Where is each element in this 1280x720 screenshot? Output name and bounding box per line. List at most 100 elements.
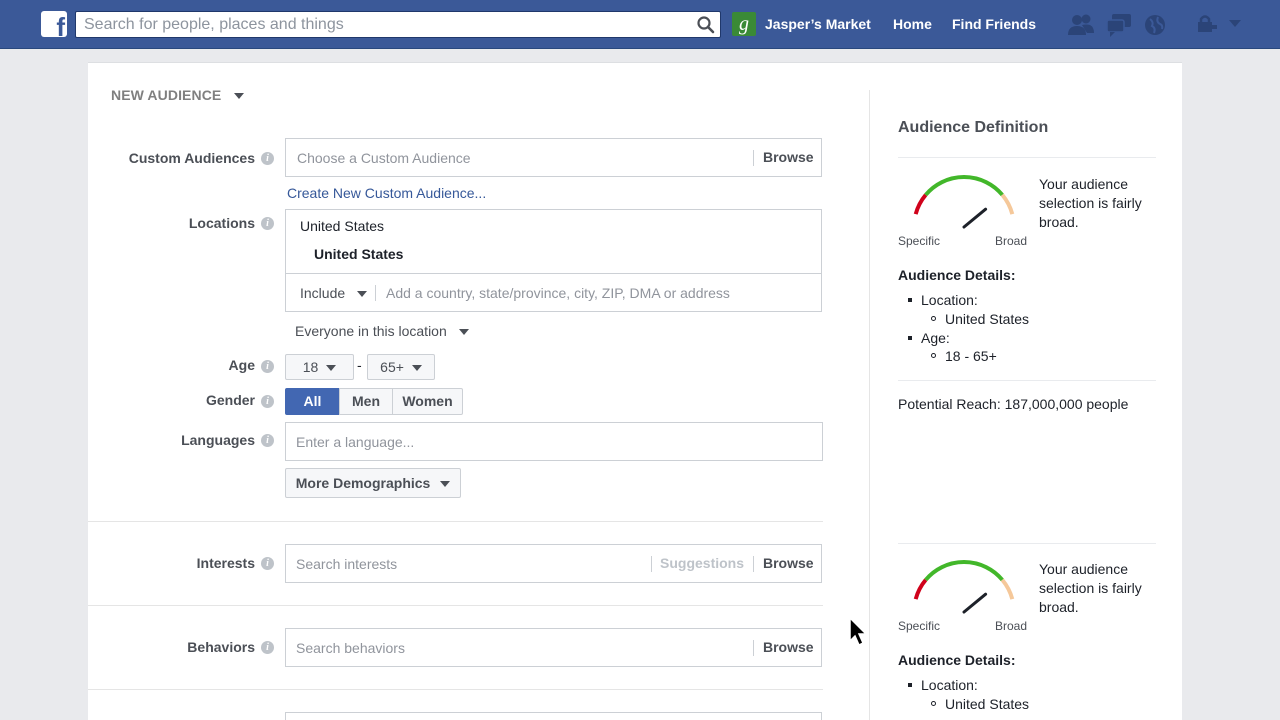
section-divider [88,605,823,606]
behaviors-search-field[interactable]: Search behaviors Browse [285,628,822,667]
behaviors-browse-button[interactable]: Browse [763,639,814,655]
audience-details-heading: Audience Details: [898,652,1016,668]
interests-info-icon[interactable]: i [261,557,274,570]
interests-suggestions-button[interactable]: Suggestions [660,555,744,571]
divider [753,556,754,572]
search-input[interactable] [76,12,676,37]
gauge-specific-label: Specific [898,234,941,248]
chevron-down-icon [458,329,469,336]
divider [753,150,754,166]
audience-breadth-text: Your audience selection is fairly broad. [1039,176,1142,230]
age-detail-label: Age: [921,330,950,346]
age-range-dash: - [357,357,362,373]
messages-icon[interactable] [1106,13,1132,37]
location-group-label: United States [300,218,385,234]
location-detail-value: United States [945,311,1030,327]
audience-size-gauge-icon [913,560,1015,614]
gauge-broad-label: Broad [995,619,1028,633]
age-min-select[interactable]: 18 [285,354,354,380]
divider [375,285,376,301]
chevron-down-icon [326,365,337,372]
more-demographics-button[interactable]: More Demographics [285,468,461,498]
language-placeholder: Enter a language... [296,434,415,450]
potential-reach-text: Potential Reach: 187,000,000 people [898,396,1129,412]
selected-locations-box: United States United States [285,209,822,274]
gender-label: Gender [205,392,255,408]
sub-bullet [931,701,936,706]
age-max-value: 65+ [380,359,404,375]
include-dropdown[interactable]: Include [300,285,368,301]
audience-definition-title: Audience Definition [898,119,1049,136]
mouse-cursor-icon [849,617,868,647]
interests-search-field[interactable]: Search interests Suggestions Browse [285,544,822,583]
audience-details-heading: Audience Details: [898,267,1016,283]
create-custom-audience-link[interactable]: Create New Custom Audience... [287,185,486,201]
custom-audience-placeholder: Choose a Custom Audience [297,150,471,166]
new-audience-dropdown[interactable]: NEW AUDIENCE [111,87,245,103]
home-link[interactable]: Home [893,16,932,32]
audience-size-gauge-icon [913,175,1015,229]
custom-audiences-info-icon[interactable]: i [261,152,274,165]
bullet [908,336,912,340]
page-avatar-icon[interactable]: g [732,12,756,36]
custom-audiences-label: Custom Audiences [128,150,255,166]
friend-requests-icon[interactable] [1068,13,1094,37]
page-name-link[interactable]: Jasper’s Market [765,16,871,32]
section-divider [88,689,823,690]
notifications-globe-icon[interactable] [1144,13,1166,37]
custom-audience-browse-button[interactable]: Browse [763,149,814,165]
age-max-select[interactable]: 65+ [367,354,435,380]
location-detail-value: United States [945,696,1030,712]
gender-all-button[interactable]: All [285,388,340,415]
custom-audience-field[interactable]: Choose a Custom Audience Browse [285,138,822,177]
location-scope-label: Everyone in this location [295,323,447,339]
interests-placeholder: Search interests [296,556,398,572]
interests-label: Interests [196,555,255,571]
definition-divider [898,543,1156,544]
next-field-partial[interactable] [285,712,822,720]
find-friends-link[interactable]: Find Friends [952,16,1036,32]
gender-men-button[interactable]: Men [339,388,393,415]
languages-label: Languages [181,432,255,448]
behaviors-placeholder: Search behaviors [296,640,405,656]
location-detail-label: Location: [921,292,978,308]
chevron-down-icon [411,365,422,372]
search-bar[interactable] [75,11,721,38]
location-search-field[interactable]: Include Add a country, state/province, c… [285,273,822,312]
audience-breadth-text: Your audience selection is fairly broad. [1039,561,1142,615]
account-menu-chevron-down-icon[interactable] [1228,19,1242,29]
definition-divider [898,380,1156,381]
chevron-down-icon [234,93,245,100]
chevron-down-icon [440,481,451,488]
facebook-logo-icon[interactable]: f [41,11,67,37]
locations-label: Locations [188,215,255,231]
gender-women-button[interactable]: Women [392,388,463,415]
behaviors-label: Behaviors [187,639,255,655]
location-search-placeholder: Add a country, state/province, city, ZIP… [386,285,730,301]
chevron-down-icon [357,291,368,298]
location-scope-dropdown[interactable]: Everyone in this location [295,323,469,339]
include-label: Include [300,285,346,301]
language-field[interactable]: Enter a language... [285,422,823,461]
age-detail-value: 18 - 65+ [945,348,997,364]
selected-location-item[interactable]: United States [314,246,403,262]
age-min-value: 18 [302,359,319,375]
sub-bullet [931,353,936,358]
age-info-icon[interactable]: i [261,360,274,373]
divider [651,556,652,572]
divider [753,640,754,656]
behaviors-info-icon[interactable]: i [261,641,274,654]
gender-info-icon[interactable]: i [261,395,274,408]
locations-info-icon[interactable]: i [261,217,274,230]
new-audience-label: NEW AUDIENCE [111,87,222,103]
sub-bullet [931,316,936,321]
age-label: Age [228,357,255,373]
interests-browse-button[interactable]: Browse [763,555,814,571]
privacy-lock-icon[interactable] [1196,13,1218,35]
gauge-specific-label: Specific [898,619,941,633]
section-divider [88,521,823,522]
column-divider [869,90,870,720]
languages-info-icon[interactable]: i [261,434,274,447]
search-icon[interactable] [696,15,716,35]
gauge-broad-label: Broad [995,234,1028,248]
